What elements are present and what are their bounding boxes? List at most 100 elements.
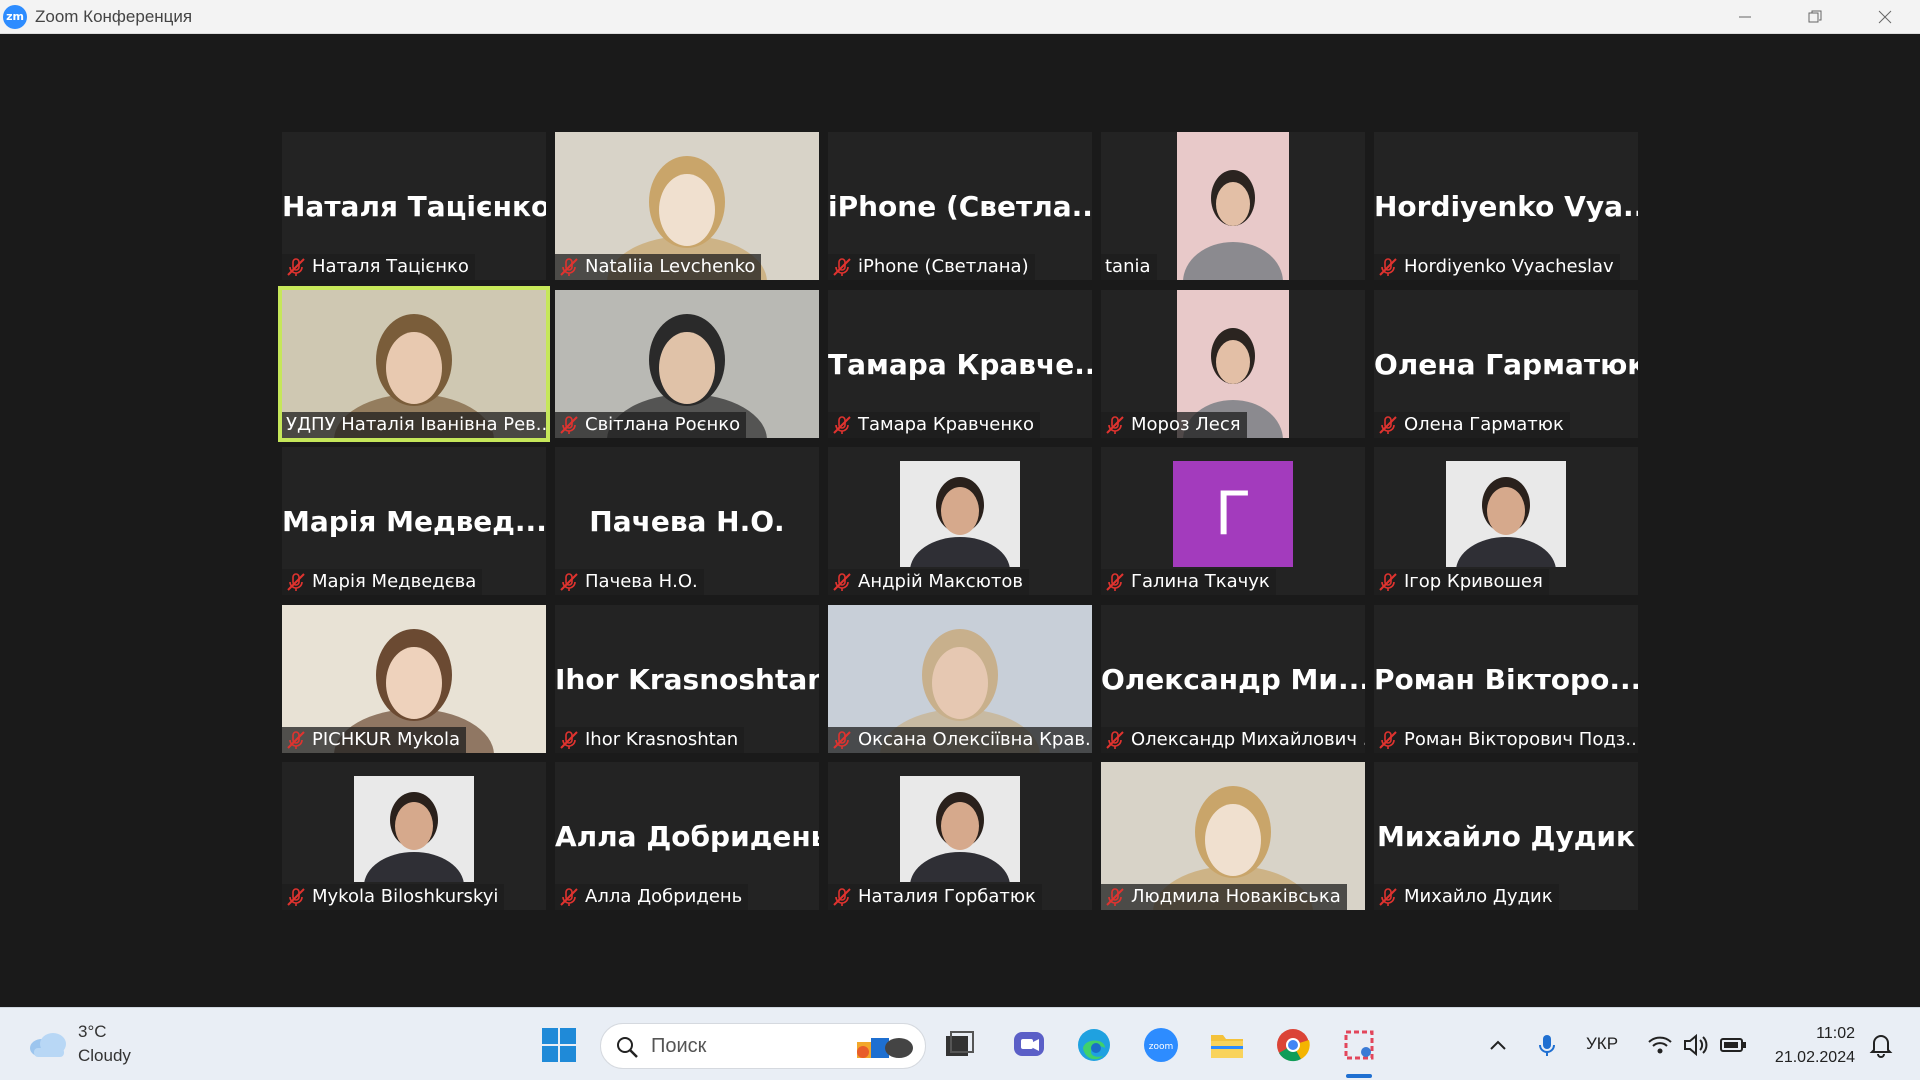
- participant-tile[interactable]: Михайло Дудик Михайло Дудик: [1374, 762, 1638, 910]
- participant-name-label: Андрій Максютов: [828, 569, 1029, 595]
- mic-muted-icon: [832, 730, 858, 750]
- participant-name-label: Hordiyenko Vyacheslav: [1374, 254, 1620, 280]
- file-explorer-button[interactable]: [1208, 1026, 1246, 1064]
- chrome-button[interactable]: [1274, 1026, 1312, 1064]
- microphone-icon: [1539, 1035, 1555, 1056]
- participant-tile[interactable]: Андрій Максютов: [828, 447, 1092, 595]
- start-button[interactable]: [540, 1026, 578, 1064]
- restore-icon: [1808, 10, 1822, 23]
- participant-avatar: [1446, 461, 1566, 567]
- mic-muted-icon: [1378, 887, 1404, 907]
- participant-tile[interactable]: Mykola Biloshkurskyi: [282, 762, 546, 910]
- participant-name-text: Nataliia Levchenko: [585, 256, 756, 277]
- participant-name-text: Галина Ткачук: [1131, 571, 1270, 592]
- edge-button[interactable]: [1075, 1026, 1113, 1064]
- participant-name-label: PICHKUR Mykola: [282, 727, 466, 753]
- participant-tile[interactable]: Олена Гарматюк Олена Гарматюк: [1374, 290, 1638, 438]
- zoom-icon: zoom: [1144, 1028, 1178, 1062]
- mic-muted-icon: [832, 257, 858, 277]
- participant-display-name: Hordiyenko Vya...: [1374, 190, 1638, 223]
- edge-icon: [1078, 1029, 1110, 1061]
- folder-icon: [1211, 1035, 1243, 1058]
- participant-tile[interactable]: Мороз Леся: [1101, 290, 1365, 438]
- participant-tile[interactable]: Наталя Тацієнко Наталя Тацієнко: [282, 132, 546, 280]
- participant-tile[interactable]: Тамара Кравче... Тамара Кравченко: [828, 290, 1092, 438]
- participant-tile[interactable]: Hordiyenko Vya... Hordiyenko Vyacheslav: [1374, 132, 1638, 280]
- participant-name-text: Людмила Новаківська: [1131, 886, 1341, 907]
- participant-tile[interactable]: PICHKUR Mykola: [282, 605, 546, 753]
- windows-icon: [542, 1028, 576, 1062]
- participant-tile[interactable]: tania: [1101, 132, 1365, 280]
- weather-desc: Cloudy: [78, 1046, 131, 1065]
- notifications-button[interactable]: [1866, 1026, 1896, 1064]
- participant-name-label: Олена Гарматюк: [1374, 412, 1570, 438]
- participant-name-text: Михайло Дудик: [1404, 886, 1553, 907]
- participant-tile[interactable]: Оксана Олексіївна Крав...: [828, 605, 1092, 753]
- mic-muted-icon: [559, 257, 585, 277]
- participant-tile[interactable]: Пачева Н.О. Пачева Н.О.: [555, 447, 819, 595]
- participant-tile[interactable]: УДПУ Наталія Іванівна Рев...: [278, 286, 550, 442]
- minimize-icon: [1739, 16, 1751, 18]
- close-icon: [1878, 10, 1892, 24]
- participant-name-label: Наталя Тацієнко: [282, 254, 475, 280]
- participant-name-label: Ihor Krasnoshtan: [555, 727, 745, 753]
- participant-tile[interactable]: Людмила Новаківська: [1101, 762, 1365, 910]
- participant-name-label: Олександр Михайлович ...: [1101, 727, 1365, 753]
- close-button[interactable]: [1850, 0, 1920, 34]
- participant-tile[interactable]: Роман Вікторо... Роман Вікторович Подз...: [1374, 605, 1638, 753]
- participant-display-name: Алла Добридень: [555, 820, 819, 853]
- participant-name-label: Марія Медведєва: [282, 569, 483, 595]
- microphone-tray-button[interactable]: [1534, 1026, 1560, 1064]
- show-hidden-icons-button[interactable]: [1486, 1026, 1510, 1064]
- mic-muted-icon: [1105, 730, 1131, 750]
- participant-display-name: Тамара Кравче...: [828, 348, 1092, 381]
- zoom-app-icon: zm: [3, 4, 27, 29]
- search-box[interactable]: Поиск: [600, 1023, 926, 1069]
- zoom-taskbar-button[interactable]: zoom: [1142, 1026, 1180, 1064]
- participant-tile[interactable]: Ihor Krasnoshtan Ihor Krasnoshtan: [555, 605, 819, 753]
- minimize-button[interactable]: [1710, 0, 1780, 34]
- participant-display-name: Олена Гарматюк: [1374, 348, 1638, 381]
- participant-name-text: Наталия Горбатюк: [858, 886, 1036, 907]
- window-title: Zoom Конференция: [35, 6, 193, 26]
- participant-tile[interactable]: Nataliia Levchenko: [555, 132, 819, 280]
- chevron-up-icon: [1490, 1040, 1506, 1050]
- mic-muted-icon: [286, 257, 312, 277]
- volume-button[interactable]: [1682, 1026, 1710, 1064]
- wifi-button[interactable]: [1646, 1026, 1674, 1064]
- participant-name-label: Світлана Роєнко: [555, 412, 747, 438]
- participant-name-text: Mykola Biloshkurskyi: [312, 886, 499, 907]
- participant-tile[interactable]: Наталия Горбатюк: [828, 762, 1092, 910]
- cloud-icon: [30, 1033, 66, 1057]
- teams-button[interactable]: [1010, 1026, 1048, 1064]
- task-view-button[interactable]: [940, 1026, 978, 1064]
- mic-muted-icon: [1378, 572, 1404, 592]
- restore-button[interactable]: [1780, 0, 1850, 34]
- participant-tile[interactable]: Світлана Роєнко: [555, 290, 819, 438]
- participant-name-text: УДПУ Наталія Іванівна Рев...: [286, 414, 546, 435]
- snipping-tool-button[interactable]: [1340, 1026, 1378, 1064]
- weather-widget[interactable]: 3°C Cloudy: [28, 1020, 131, 1068]
- snipping-tool-icon: [1344, 1030, 1374, 1060]
- mic-muted-icon: [1105, 572, 1131, 592]
- participant-tile[interactable]: Ігор Кривошея: [1374, 447, 1638, 595]
- participant-tile[interactable]: Г Галина Ткачук: [1101, 447, 1365, 595]
- mic-muted-icon: [1105, 415, 1131, 435]
- language-indicator[interactable]: УКР: [1586, 1034, 1618, 1054]
- participant-display-name: Наталя Тацієнко: [282, 190, 546, 223]
- battery-button[interactable]: [1718, 1026, 1748, 1064]
- clock[interactable]: 11:02 21.02.2024: [1760, 1022, 1855, 1070]
- title-bar: zm Zoom Конференция: [0, 0, 1920, 34]
- participant-tile[interactable]: iPhone (Светла... iPhone (Светлана): [828, 132, 1092, 280]
- participant-name-label: Людмила Новаківська: [1101, 884, 1347, 910]
- participant-name-label: Оксана Олексіївна Крав...: [828, 727, 1092, 753]
- participant-tile[interactable]: Алла Добридень Алла Добридень: [555, 762, 819, 910]
- participant-name-text: iPhone (Светлана): [858, 256, 1029, 277]
- participant-tile[interactable]: Марія Медвед... Марія Медведєва: [282, 447, 546, 595]
- participant-name-label: tania: [1101, 254, 1157, 280]
- participant-letter-avatar: Г: [1173, 461, 1293, 567]
- participant-name-text: Марія Медведєва: [312, 571, 477, 592]
- participant-display-name: Михайло Дудик: [1377, 820, 1635, 853]
- participant-tile[interactable]: Олександр Ми... Олександр Михайлович ...: [1101, 605, 1365, 753]
- participant-name-text: Ігор Кривошея: [1404, 571, 1543, 592]
